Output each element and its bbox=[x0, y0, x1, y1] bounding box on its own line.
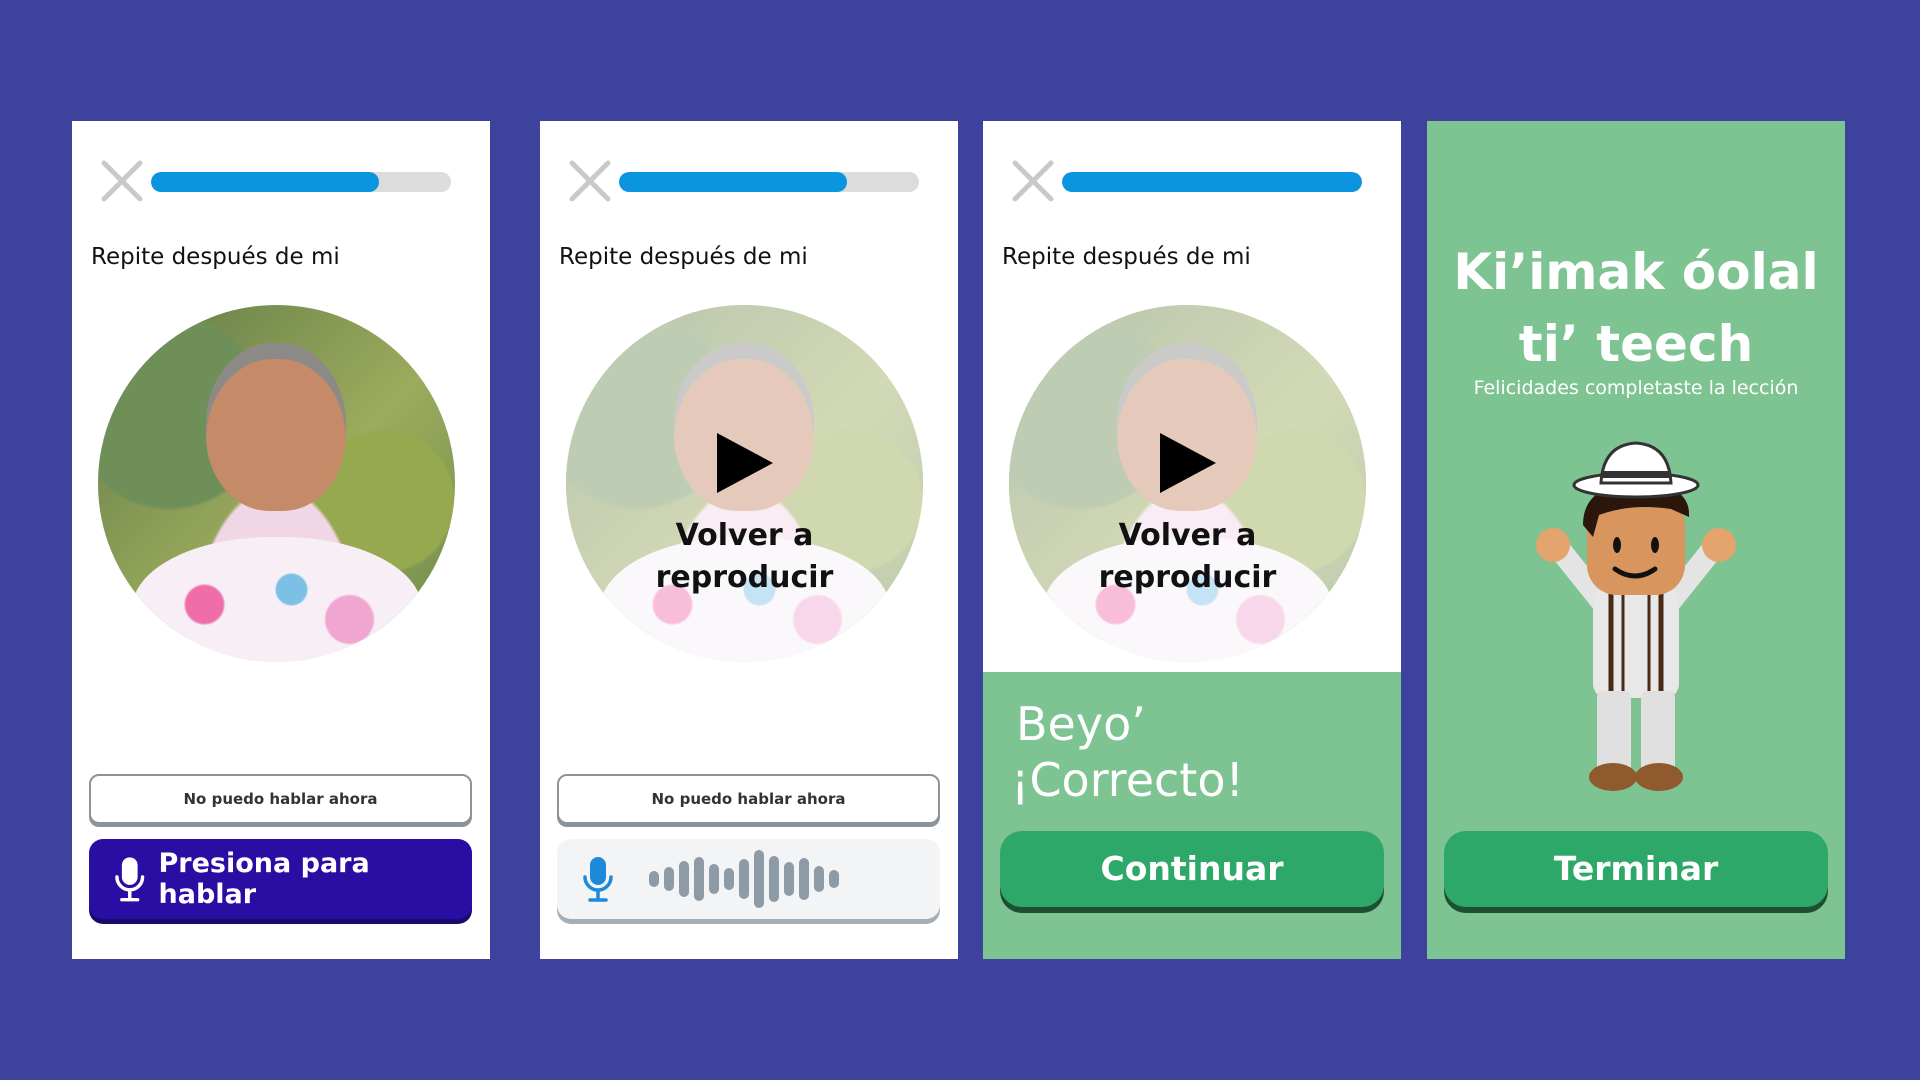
replay-button[interactable]: Volver a reproducir bbox=[1009, 305, 1366, 662]
feedback-word: Beyo’ bbox=[1016, 697, 1146, 751]
progress-bar bbox=[151, 172, 451, 192]
microphone-icon bbox=[115, 857, 145, 902]
progress-bar bbox=[619, 172, 919, 192]
screen-recording: Repite después de mi Volver a reproducir … bbox=[540, 121, 958, 959]
completion-title: Ki’imak óolal ti’ teech bbox=[1453, 243, 1819, 373]
close-icon[interactable] bbox=[100, 159, 144, 203]
screen-complete: Ki’imak óolal ti’ teech Felicidades comp… bbox=[1427, 121, 1845, 959]
feedback-panel: Beyo’ ¡Correcto! bbox=[983, 672, 1401, 959]
speaker-photo bbox=[98, 305, 455, 662]
play-icon bbox=[1160, 433, 1216, 493]
speaker-photo: Volver a reproducir bbox=[566, 305, 923, 662]
progress-fill bbox=[1062, 172, 1362, 192]
close-icon[interactable] bbox=[568, 159, 612, 203]
press-to-speak-label: Presiona para hablar bbox=[158, 848, 370, 910]
press-to-speak-button[interactable]: Presiona para hablar bbox=[89, 839, 472, 919]
screen-speak: Repite después de mi No puedo hablar aho… bbox=[72, 121, 490, 959]
microphone-icon bbox=[583, 857, 613, 902]
recording-indicator[interactable] bbox=[557, 839, 940, 919]
play-icon bbox=[717, 433, 773, 493]
progress-fill bbox=[151, 172, 379, 192]
replay-label: Volver a reproducir bbox=[655, 518, 834, 595]
replay-button[interactable]: Volver a reproducir bbox=[566, 305, 923, 662]
prompt-text: Repite después de mi bbox=[91, 244, 340, 270]
progress-bar bbox=[1062, 172, 1362, 192]
prompt-text: Repite después de mi bbox=[1002, 244, 1251, 270]
continue-button[interactable]: Continuar bbox=[1000, 831, 1384, 907]
cant-speak-button[interactable]: No puedo hablar ahora bbox=[89, 774, 472, 824]
cant-speak-button[interactable]: No puedo hablar ahora bbox=[557, 774, 940, 824]
close-icon[interactable] bbox=[1011, 159, 1055, 203]
mascot-illustration bbox=[1536, 441, 1736, 791]
waveform-icon bbox=[649, 850, 839, 908]
screen-correct: Repite después de mi Volver a reproducir … bbox=[983, 121, 1401, 959]
completion-subtitle: Felicidades completaste la lección bbox=[1473, 377, 1799, 399]
finish-button[interactable]: Terminar bbox=[1444, 831, 1828, 907]
prompt-text: Repite después de mi bbox=[559, 244, 808, 270]
progress-fill bbox=[619, 172, 847, 192]
replay-label: Volver a reproducir bbox=[1098, 518, 1277, 595]
speaker-photo: Volver a reproducir bbox=[1009, 305, 1366, 662]
feedback-result: ¡Correcto! bbox=[1011, 753, 1244, 807]
